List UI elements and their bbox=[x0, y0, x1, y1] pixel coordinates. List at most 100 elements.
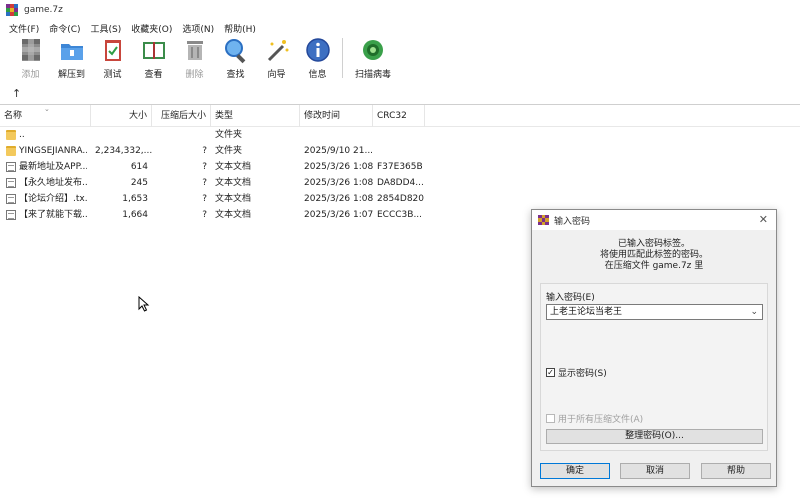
file-modified: 2025/3/26 1:07 bbox=[304, 210, 373, 220]
extract-to-button[interactable]: 解压到 bbox=[51, 36, 92, 80]
file-size: 1,664 bbox=[122, 210, 148, 220]
file-type: 文本文档 bbox=[215, 162, 252, 172]
file-name: YINGSEJIANRA... bbox=[19, 146, 87, 156]
show-password-checkbox[interactable]: ✓ 显示密码(S) bbox=[546, 366, 607, 379]
test-label: 测试 bbox=[103, 70, 122, 80]
test-clipboard-icon bbox=[104, 40, 121, 61]
info-line: 将使用匹配此标签的密码。 bbox=[599, 250, 708, 260]
up-arrow-icon[interactable]: ↑ bbox=[12, 87, 21, 100]
sort-caret-icon: ⌄ bbox=[44, 105, 50, 113]
text-document-icon bbox=[6, 162, 16, 172]
menu-options[interactable]: 选项(N) bbox=[177, 22, 219, 35]
text-document-icon bbox=[6, 194, 16, 204]
file-packed: ? bbox=[202, 162, 207, 172]
file-packed: ? bbox=[202, 146, 207, 156]
file-crc: DA8DD4... bbox=[377, 178, 424, 188]
menu-commands[interactable]: 命令(C) bbox=[44, 22, 85, 35]
file-packed: ? bbox=[202, 210, 207, 220]
use-for-all-label: 用于所有压缩文件(A) bbox=[558, 415, 644, 425]
toolbar: 添加 解压到 测试 查看 删除 查找 向导 信息 扫描病毒 bbox=[0, 36, 800, 82]
help-button[interactable]: 帮助 bbox=[701, 463, 771, 479]
file-modified: 2025/3/26 1:08 bbox=[304, 194, 373, 204]
file-type: 文本文档 bbox=[215, 178, 252, 188]
title-bar: game.7z bbox=[0, 0, 800, 20]
file-modified: 2025/3/26 1:08 bbox=[304, 178, 373, 188]
file-crc: F37E365B bbox=[377, 162, 423, 172]
view-button[interactable]: 查看 bbox=[133, 36, 174, 80]
close-icon[interactable]: ✕ bbox=[759, 213, 768, 226]
column-type[interactable]: 类型 bbox=[211, 104, 300, 127]
trash-icon bbox=[186, 41, 203, 60]
file-row[interactable]: YINGSEJIANRA... 2,234,332,... ? 文件夹 2025… bbox=[0, 143, 800, 159]
info-button[interactable]: 信息 bbox=[297, 36, 338, 80]
file-name: 【论坛介绍】.tx... bbox=[19, 194, 87, 204]
magic-wand-icon bbox=[267, 40, 288, 62]
menu-favorites[interactable]: 收藏夹(O) bbox=[126, 22, 177, 35]
find-button[interactable]: 查找 bbox=[215, 36, 256, 80]
file-row[interactable]: 【论坛介绍】.tx... 1,653 ? 文本文档 2025/3/26 1:08… bbox=[0, 191, 800, 207]
file-size: 245 bbox=[130, 178, 148, 188]
file-crc: ECCC3B... bbox=[377, 210, 423, 220]
file-row[interactable]: 最新地址及APP... 614 ? 文本文档 2025/3/26 1:08 F3… bbox=[0, 159, 800, 175]
cancel-button[interactable]: 取消 bbox=[620, 463, 690, 479]
show-password-label: 显示密码(S) bbox=[558, 369, 607, 379]
delete-button[interactable]: 删除 bbox=[174, 36, 215, 80]
password-value: 上老王论坛当老王 bbox=[550, 307, 623, 317]
password-input[interactable]: 上老王论坛当老王 ⌄ bbox=[546, 304, 763, 320]
file-type: 文件夹 bbox=[215, 130, 243, 140]
info-label: 信息 bbox=[308, 70, 327, 80]
file-modified: 2025/9/10 21... bbox=[304, 146, 373, 156]
folder-icon bbox=[6, 146, 16, 156]
wizard-label: 向导 bbox=[267, 70, 286, 80]
text-document-icon bbox=[6, 178, 16, 188]
dialog-app-icon bbox=[538, 214, 549, 226]
file-size: 614 bbox=[130, 162, 148, 172]
menu-tools[interactable]: 工具(S) bbox=[86, 22, 127, 35]
menu-bar: 文件(F) 命令(C) 工具(S) 收藏夹(O) 选项(N) 帮助(H) bbox=[0, 20, 800, 36]
virus-scan-icon bbox=[363, 40, 383, 60]
add-button[interactable]: 添加 bbox=[10, 36, 51, 80]
scan-virus-button[interactable]: 扫描病毒 bbox=[349, 36, 397, 80]
test-button[interactable]: 测试 bbox=[92, 36, 133, 80]
extract-folder-icon bbox=[60, 44, 83, 60]
password-panel: 输入密码(E) 上老王论坛当老王 ⌄ ✓ 显示密码(S) 用于所有压缩文件(A)… bbox=[540, 283, 768, 451]
wizard-button[interactable]: 向导 bbox=[256, 36, 297, 80]
view-book-icon bbox=[142, 42, 165, 59]
file-size: 1,653 bbox=[122, 194, 148, 204]
column-packed[interactable]: 压缩后大小 bbox=[152, 104, 211, 127]
magnifier-icon bbox=[224, 39, 245, 64]
file-modified: 2025/3/26 1:08 bbox=[304, 162, 373, 172]
file-name: .. bbox=[19, 130, 25, 140]
winrar-app-icon bbox=[6, 4, 18, 16]
column-modified[interactable]: 修改时间 bbox=[300, 104, 373, 127]
info-line: 已输入密码标签。 bbox=[617, 239, 690, 249]
column-crc[interactable]: CRC32 bbox=[373, 104, 425, 127]
file-type: 文件夹 bbox=[215, 146, 243, 156]
password-dialog: 输入密码 ✕ 已输入密码标签。 将使用匹配此标签的密码。 在压缩文件 game.… bbox=[531, 209, 777, 487]
password-label: 输入密码(E) bbox=[546, 293, 595, 303]
info-line: 在压缩文件 game.7z 里 bbox=[604, 261, 704, 271]
file-row[interactable]: 【永久地址发布... 245 ? 文本文档 2025/3/26 1:08 DA8… bbox=[0, 175, 800, 191]
file-type: 文本文档 bbox=[215, 210, 252, 220]
mouse-cursor-icon bbox=[138, 296, 150, 312]
column-size[interactable]: 大小 bbox=[91, 104, 152, 127]
path-bar: ↑ bbox=[0, 84, 800, 102]
menu-help[interactable]: 帮助(H) bbox=[219, 22, 261, 35]
chevron-down-icon[interactable]: ⌄ bbox=[750, 305, 758, 319]
toolbar-separator bbox=[342, 38, 343, 78]
file-packed: ? bbox=[202, 194, 207, 204]
ok-button[interactable]: 确定 bbox=[540, 463, 610, 479]
file-row[interactable]: .. 文件夹 bbox=[0, 127, 800, 143]
file-name: 【来了就能下载... bbox=[19, 210, 87, 220]
file-type: 文本文档 bbox=[215, 194, 252, 204]
manage-passwords-button[interactable]: 整理密码(O)... bbox=[546, 429, 763, 444]
use-for-all-checkbox[interactable]: 用于所有压缩文件(A) bbox=[546, 412, 643, 425]
extract-to-label: 解压到 bbox=[57, 70, 85, 80]
dialog-title: 输入密码 bbox=[554, 216, 591, 227]
view-label: 查看 bbox=[144, 70, 163, 80]
menu-file[interactable]: 文件(F) bbox=[4, 22, 44, 35]
delete-label: 删除 bbox=[185, 70, 204, 80]
add-label: 添加 bbox=[21, 70, 40, 80]
checkbox-checked-icon: ✓ bbox=[546, 368, 555, 377]
scan-virus-label: 扫描病毒 bbox=[354, 70, 391, 80]
